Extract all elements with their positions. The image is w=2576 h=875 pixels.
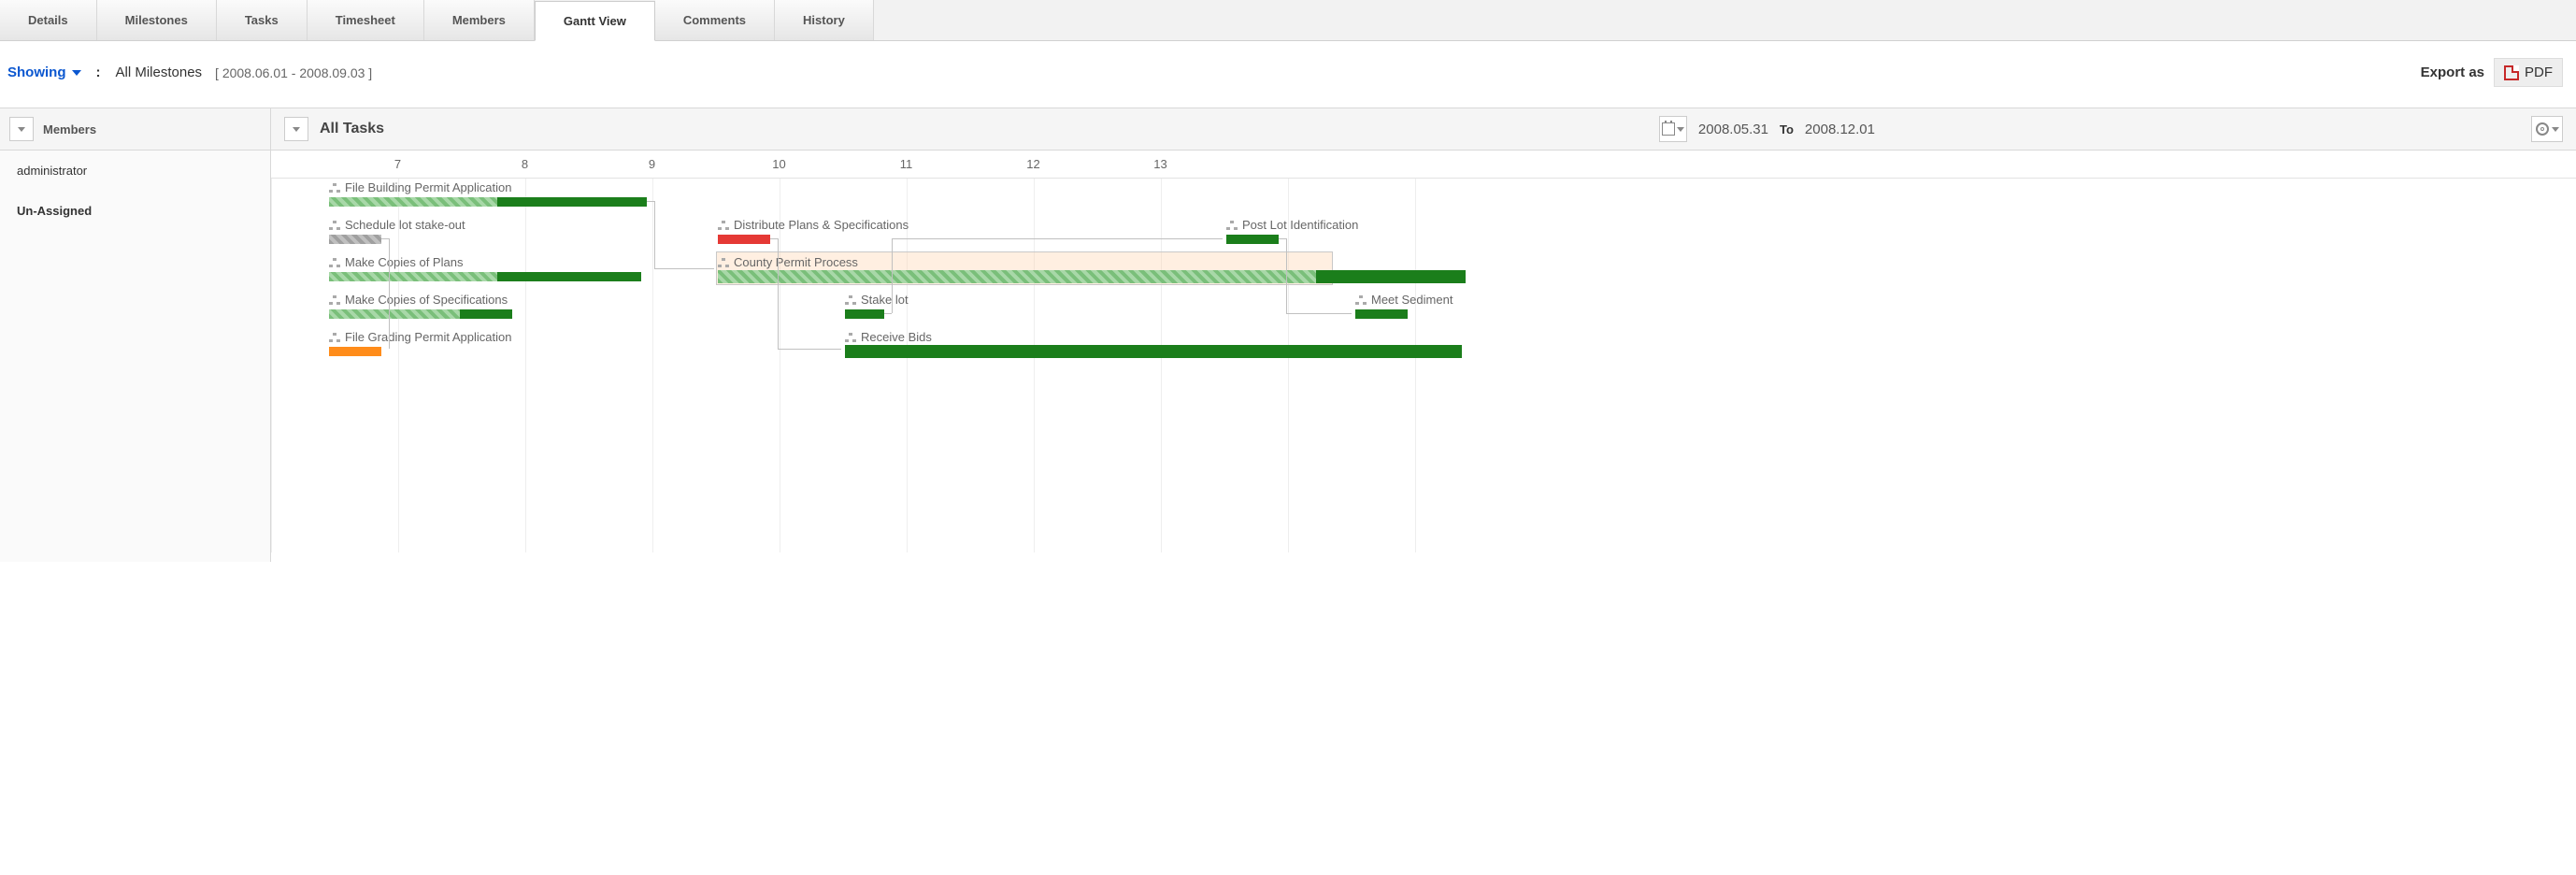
pdf-label: PDF — [2525, 65, 2553, 80]
task-tree-icon — [329, 295, 340, 305]
members-column: administrator Un-Assigned — [0, 151, 271, 562]
task-tree-icon — [329, 258, 340, 267]
tab-comments[interactable]: Comments — [655, 0, 775, 40]
gantt-settings-button[interactable] — [2531, 116, 2563, 142]
task-tree-icon — [718, 258, 729, 267]
milestones-date-range: [ 2008.06.01 - 2008.09.03 ] — [215, 65, 372, 80]
task-meet-sediment[interactable]: Meet Sediment — [1355, 294, 1408, 326]
task-distribute-plans[interactable]: Distribute Plans & Specifications — [718, 220, 770, 251]
showing-label: Showing — [7, 65, 66, 80]
week-7: 7 — [335, 157, 462, 171]
task-county-permit-process[interactable]: County Permit Process — [718, 257, 1466, 289]
gantt-area[interactable]: File Building Permit Application Schedul… — [271, 179, 2576, 552]
task-post-lot-identification[interactable]: Post Lot Identification — [1226, 220, 1279, 251]
member-administrator[interactable]: administrator — [0, 151, 270, 191]
tab-bar: Details Milestones Tasks Timesheet Membe… — [0, 0, 2576, 41]
task-make-copies-plans[interactable]: Make Copies of Plans — [329, 257, 641, 289]
members-col-label: Members — [43, 122, 96, 136]
task-file-building-permit[interactable]: File Building Permit Application — [329, 182, 647, 214]
task-tree-icon — [718, 221, 729, 230]
milestones-scope: All Milestones — [116, 65, 203, 80]
week-12: 12 — [970, 157, 1097, 171]
showing-dropdown[interactable]: Showing — [7, 65, 81, 80]
task-file-grading-permit[interactable]: File Grading Permit Application — [329, 332, 381, 364]
week-11: 11 — [843, 157, 970, 171]
week-10: 10 — [716, 157, 843, 171]
tab-history[interactable]: History — [775, 0, 874, 40]
date-picker-button[interactable] — [1659, 116, 1687, 142]
task-tree-icon — [1355, 295, 1367, 305]
task-tree-icon — [845, 333, 856, 342]
week-8: 8 — [462, 157, 589, 171]
task-tree-icon — [1226, 221, 1238, 230]
calendar-icon — [1662, 122, 1675, 136]
task-tree-icon — [845, 295, 856, 305]
task-tree-icon — [329, 183, 340, 193]
tasks-filter-dropdown[interactable] — [284, 117, 308, 141]
gantt-body: administrator Un-Assigned 7 8 9 10 11 12… — [0, 151, 2576, 562]
tab-milestones[interactable]: Milestones — [97, 0, 217, 40]
tab-details[interactable]: Details — [0, 0, 97, 40]
tab-members[interactable]: Members — [424, 0, 535, 40]
week-13: 13 — [1097, 157, 1224, 171]
chevron-down-icon — [2552, 127, 2559, 132]
date-separator: To — [1780, 122, 1794, 136]
tab-timesheet[interactable]: Timesheet — [308, 0, 424, 40]
chevron-down-icon — [1677, 127, 1684, 132]
gantt-column-header: Members All Tasks 2008.05.31 To 2008.12.… — [0, 108, 2576, 151]
chevron-down-icon — [18, 127, 25, 132]
task-stake-lot[interactable]: Stake lot — [845, 294, 884, 326]
gantt-subheader: Showing : All Milestones [ 2008.06.01 - … — [0, 41, 2576, 108]
chevron-down-icon — [72, 70, 81, 76]
separator-colon: : — [96, 65, 101, 80]
tasks-scope-label: All Tasks — [320, 121, 384, 137]
task-receive-bids[interactable]: Receive Bids — [845, 332, 1462, 364]
task-tree-icon — [329, 333, 340, 342]
task-tree-icon — [329, 221, 340, 230]
members-filter-dropdown[interactable] — [9, 117, 34, 141]
tab-tasks[interactable]: Tasks — [217, 0, 308, 40]
date-from: 2008.05.31 — [1698, 122, 1768, 137]
week-9: 9 — [589, 157, 716, 171]
gear-icon — [2536, 122, 2549, 136]
member-unassigned[interactable]: Un-Assigned — [0, 191, 270, 231]
gantt-chart[interactable]: 7 8 9 10 11 12 13 File Building Permit — [271, 151, 2576, 562]
date-to: 2008.12.01 — [1805, 122, 1875, 137]
tab-gantt-view[interactable]: Gantt View — [535, 1, 655, 41]
export-pdf-button[interactable]: PDF — [2494, 58, 2563, 87]
week-header: 7 8 9 10 11 12 13 — [271, 151, 2576, 179]
pdf-icon — [2504, 65, 2519, 80]
task-make-copies-specifications[interactable]: Make Copies of Specifications — [329, 294, 512, 326]
task-schedule-lot-stakeout[interactable]: Schedule lot stake-out — [329, 220, 381, 251]
export-label: Export as — [2421, 65, 2484, 80]
chevron-down-icon — [293, 127, 300, 132]
